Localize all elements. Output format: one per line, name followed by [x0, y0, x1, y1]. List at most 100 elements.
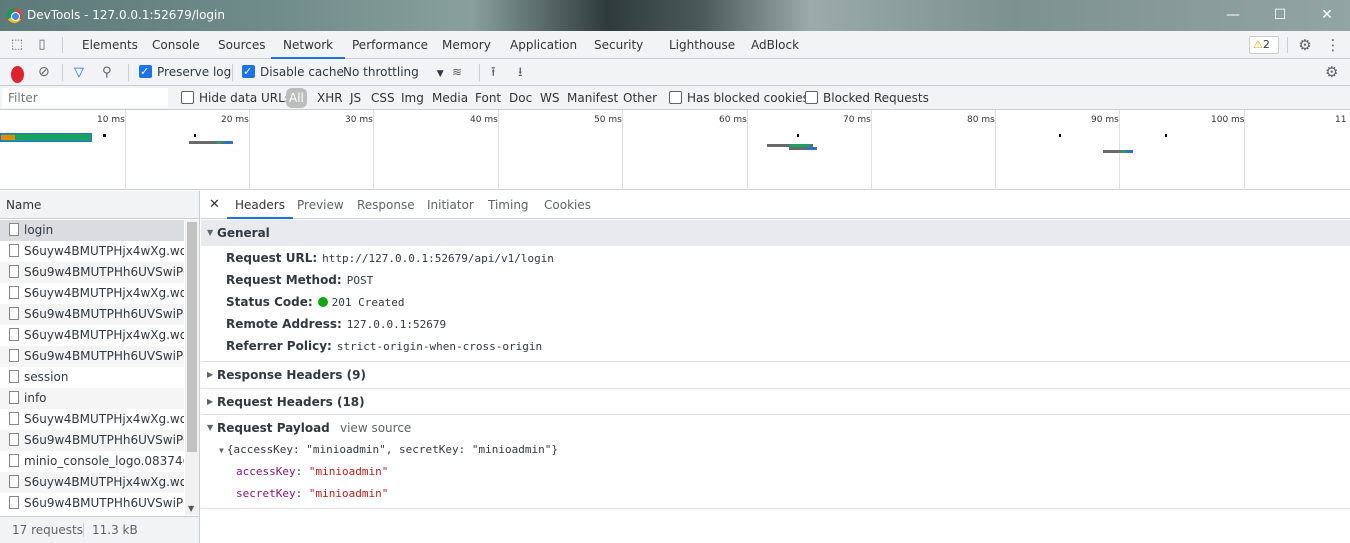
request-row[interactable]: S6uyw4BMUTPHjx4wXg.woff2 [0, 472, 184, 493]
request-list-scrollbar[interactable]: ▼ [185, 220, 199, 515]
file-icon [9, 265, 19, 278]
request-name: session [24, 370, 69, 384]
close-details-icon[interactable]: ✕ [209, 191, 220, 219]
access-key-value: "minioadmin" [308, 465, 389, 478]
filter-type-other[interactable]: Other [623, 90, 657, 106]
scroll-down-arrow-icon[interactable]: ▼ [188, 504, 194, 513]
toolbar-divider [62, 37, 63, 53]
colon-separator: : [295, 487, 309, 500]
tab-sources[interactable]: Sources [218, 31, 265, 59]
tab-elements[interactable]: Elements [82, 31, 138, 59]
triangle-expanded-icon: ▼ [219, 446, 224, 455]
tab-timing[interactable]: Timing [488, 191, 529, 219]
name-column-header[interactable]: Name [0, 191, 199, 219]
filter-input[interactable] [2, 88, 168, 108]
tab-response[interactable]: Response [357, 191, 415, 219]
file-icon [9, 391, 19, 404]
has-blocked-cookies-checkbox[interactable]: Has blocked cookies [669, 90, 809, 106]
timeline-tick-label: 80 ms [967, 115, 995, 125]
preserve-log-checkbox[interactable]: Preserve log [139, 63, 231, 81]
toolbar-divider [479, 64, 480, 81]
request-row[interactable]: S6uyw4BMUTPHjx4wXg.woff2 [0, 241, 184, 262]
tab-preview[interactable]: Preview [297, 191, 344, 219]
filter-type-css[interactable]: CSS [371, 90, 395, 106]
hide-data-urls-checkbox[interactable]: Hide data URLs [181, 90, 291, 106]
tab-console[interactable]: Console [152, 31, 200, 59]
blocked-requests-label: Blocked Requests [823, 91, 929, 105]
secret-key-value: "minioadmin" [308, 487, 389, 500]
request-row[interactable]: minio_console_logo.0837460e [0, 451, 184, 472]
request-url-row: Request URL: http://127.0.0.1:52679/api/v… [226, 247, 554, 269]
filter-type-xhr[interactable]: XHR [317, 90, 343, 106]
request-row[interactable]: login [0, 220, 184, 241]
tab-cookies[interactable]: Cookies [544, 191, 591, 219]
minimize-icon[interactable]: — [1218, 4, 1248, 26]
filter-type-doc[interactable]: Doc [509, 90, 532, 106]
timeline-tick-label: 30 ms [345, 115, 373, 125]
tab-security[interactable]: Security [594, 31, 643, 59]
request-row[interactable]: S6u9w4BMUTPHh6UVSwiPGQ [0, 430, 184, 451]
scrollbar-thumb[interactable] [187, 222, 197, 452]
request-headers-section-header[interactable]: ▶ Request Headers (18) [201, 389, 1350, 415]
request-name: S6uyw4BMUTPHjx4wXg.woff2 [24, 286, 184, 300]
throttling-select[interactable]: No throttling ▼ [343, 64, 444, 81]
timeline-tick-label: 60 ms [719, 115, 747, 125]
network-overview-timeline[interactable]: 10 ms 20 ms 30 ms 40 ms 50 ms 60 ms 70 m… [0, 110, 1350, 190]
network-settings-gear-icon[interactable]: ⚙ [1325, 64, 1338, 81]
tab-memory[interactable]: Memory [442, 31, 491, 59]
tab-lighthouse[interactable]: Lighthouse [669, 31, 735, 59]
timeline-tick-label: 10 ms [97, 115, 125, 125]
request-row[interactable]: S6u9w4BMUTPHh6UVSwiPGQ [0, 262, 184, 283]
warnings-badge[interactable]: ⚠2 [1249, 36, 1279, 54]
response-headers-section-header[interactable]: ▶ Response Headers (9) [201, 362, 1350, 388]
device-toolbar-icon[interactable]: ▯ [34, 37, 50, 53]
filter-type-media[interactable]: Media [432, 90, 468, 106]
clear-icon[interactable]: ⊘ [38, 64, 50, 81]
tab-performance[interactable]: Performance [352, 31, 428, 59]
file-icon [9, 286, 19, 299]
tab-adblock[interactable]: AdBlock [751, 31, 799, 59]
settings-gear-icon[interactable]: ⚙ [1297, 37, 1313, 53]
network-conditions-wifi-icon[interactable]: ≋ [452, 64, 462, 81]
request-row[interactable]: S6uyw4BMUTPHjx4wXg.woff2 [0, 409, 184, 430]
request-row[interactable]: session [0, 367, 184, 388]
inspect-element-icon[interactable]: ⬚ [9, 37, 25, 53]
timeline-gridline [747, 110, 748, 190]
blocked-requests-checkbox[interactable]: Blocked Requests [805, 90, 929, 106]
close-window-icon[interactable]: ✕ [1312, 4, 1342, 26]
filter-type-img[interactable]: Img [401, 90, 424, 106]
tab-network[interactable]: Network [271, 31, 346, 59]
timeline-marker [1165, 134, 1167, 137]
more-options-icon[interactable]: ⋮ [1325, 37, 1341, 53]
request-row[interactable]: S6uyw4BMUTPHjx4wXg.woff2 [0, 283, 184, 304]
filter-type-manifest[interactable]: Manifest [567, 90, 618, 106]
request-row[interactable]: info [0, 388, 184, 409]
maximize-icon[interactable]: ☐ [1265, 4, 1295, 26]
referrer-policy-row: Referrer Policy: strict-origin-when-cross… [226, 335, 542, 357]
export-har-download-icon[interactable]: ⭳ [518, 64, 523, 81]
request-row[interactable]: S6u9w4BMUTPHh6UVSwiPGQ [0, 493, 184, 514]
tab-initiator[interactable]: Initiator [427, 191, 474, 219]
filter-type-font[interactable]: Font [475, 90, 501, 106]
view-source-link[interactable]: view source [340, 415, 411, 441]
filter-type-ws[interactable]: WS [540, 90, 559, 106]
request-row[interactable]: S6u9w4BMUTPHh6UVSwiPGQ [0, 346, 184, 367]
timeline-request-bar [789, 147, 817, 150]
import-har-upload-icon[interactable]: ⭱ [491, 64, 496, 81]
triangle-collapsed-icon: ▶ [207, 397, 214, 406]
filter-type-all[interactable]: All [286, 88, 307, 108]
filter-type-js[interactable]: JS [350, 90, 361, 106]
request-row[interactable]: S6uyw4BMUTPHjx4wXg.woff2 [0, 325, 184, 346]
timeline-marker [103, 134, 106, 137]
payload-object-summary[interactable]: ▼ {accessKey: "minioadmin", secretKey: "m… [219, 439, 558, 461]
search-icon[interactable]: ⚲ [102, 64, 112, 81]
tab-headers[interactable]: Headers [227, 191, 293, 219]
filter-funnel-icon[interactable]: ▽ [74, 64, 84, 81]
file-icon [9, 370, 19, 383]
request-payload-section-header[interactable]: ▼ Request Payload view source [201, 415, 1350, 441]
request-row[interactable]: S6u9w4BMUTPHh6UVSwiPGQ [0, 304, 184, 325]
record-button-icon[interactable] [11, 66, 24, 83]
disable-cache-checkbox[interactable]: Disable cache [242, 63, 344, 81]
tab-application[interactable]: Application [510, 31, 577, 59]
general-section-header[interactable]: ▼ General [201, 220, 1350, 246]
